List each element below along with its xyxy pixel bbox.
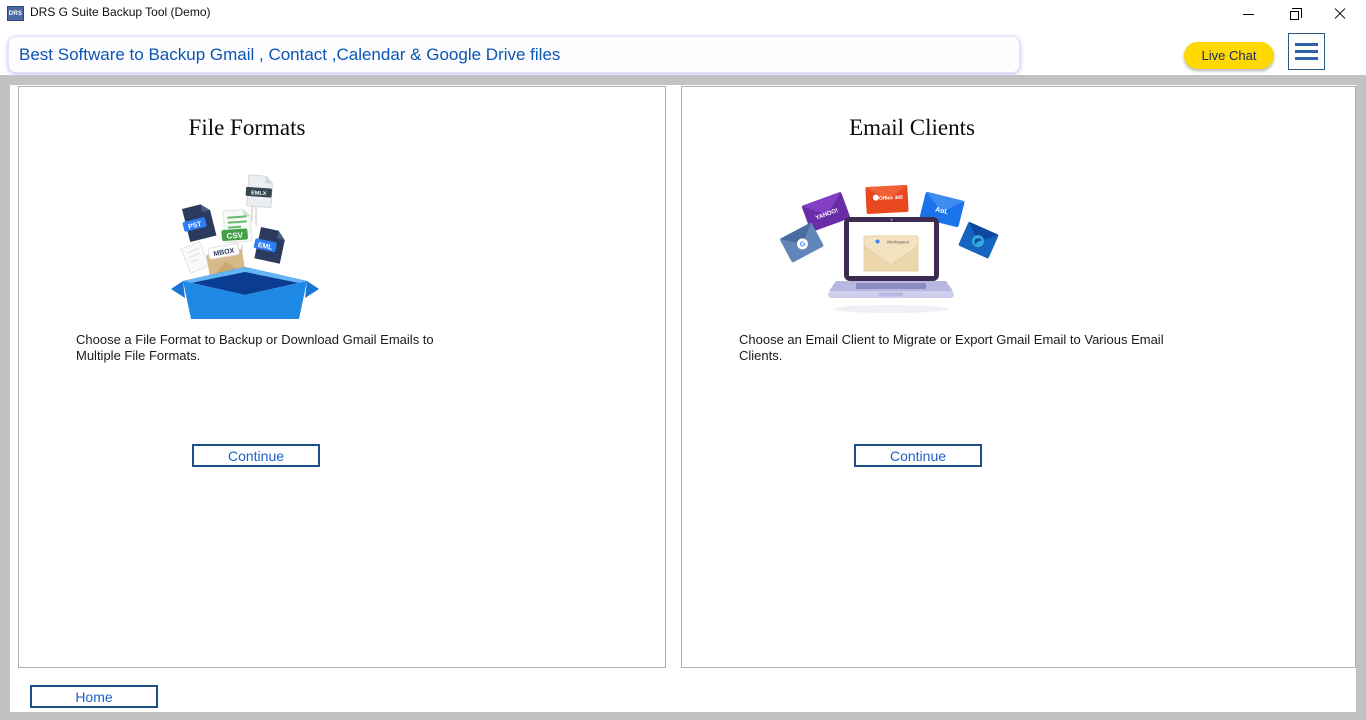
home-button[interactable]: Home <box>30 685 158 708</box>
hamburger-icon <box>1295 50 1318 53</box>
banner-tagline: Best Software to Backup Gmail , Contact … <box>8 36 1020 73</box>
email-clients-description: Choose an Email Client to Migrate or Exp… <box>739 332 1164 363</box>
svg-text:EMLX: EMLX <box>251 190 267 197</box>
file-formats-description: Choose a File Format to Backup or Downlo… <box>76 332 434 363</box>
file-formats-panel: File Formats EMLX PST CSV EML MBOX Choos… <box>18 86 666 668</box>
restore-icon <box>1289 8 1302 20</box>
svg-text:Workspace: Workspace <box>887 240 910 245</box>
laptop-icon: Workspace <box>828 217 954 298</box>
hamburger-icon <box>1295 43 1318 46</box>
email-clients-title: Email Clients <box>849 115 975 140</box>
blue-box-icon <box>171 267 319 319</box>
thunderbird-envelope-icon <box>958 221 999 259</box>
csv-file-icon: CSV <box>221 209 253 244</box>
file-formats-continue-button[interactable]: Continue <box>192 444 320 467</box>
email-clients-panel: Email Clients YAHOO! Office 365 Aol. G W… <box>681 86 1356 668</box>
menu-button[interactable] <box>1288 33 1325 70</box>
workspace-envelope-icon: Workspace <box>863 235 919 272</box>
main-content: File Formats EMLX PST CSV EML MBOX Choos… <box>10 85 1356 712</box>
live-chat-button[interactable]: Live Chat <box>1184 42 1274 69</box>
restore-button[interactable] <box>1272 0 1316 28</box>
file-formats-illustration: EMLX PST CSV EML MBOX <box>171 174 319 319</box>
minimize-icon <box>1242 13 1254 15</box>
window-title: DRS G Suite Backup Tool (Demo) <box>30 5 211 19</box>
title-bar: DRS DRS G Suite Backup Tool (Demo) <box>0 0 1366 28</box>
app-icon: DRS <box>7 6 24 21</box>
laptop-shadow <box>833 305 949 313</box>
svg-text:CSV: CSV <box>226 231 244 241</box>
email-clients-illustration: YAHOO! Office 365 Aol. G Workspace <box>779 184 999 313</box>
email-clients-continue-button[interactable]: Continue <box>854 444 982 467</box>
close-button[interactable] <box>1318 0 1362 28</box>
file-formats-title: File Formats <box>188 115 306 140</box>
eml-file-icon: EML <box>253 227 285 264</box>
hamburger-icon <box>1295 57 1318 60</box>
emlx-file-icon: EMLX <box>245 174 273 209</box>
main-frame: File Formats EMLX PST CSV EML MBOX Choos… <box>0 75 1366 720</box>
header: Best Software to Backup Gmail , Contact … <box>0 28 1366 75</box>
close-icon <box>1334 8 1346 20</box>
svg-text:Office 365: Office 365 <box>879 195 903 202</box>
pst-file-icon: PST <box>182 204 217 242</box>
minimize-button[interactable] <box>1226 0 1270 28</box>
paper-icon <box>180 240 210 274</box>
office365-envelope-icon: Office 365 <box>865 184 909 214</box>
